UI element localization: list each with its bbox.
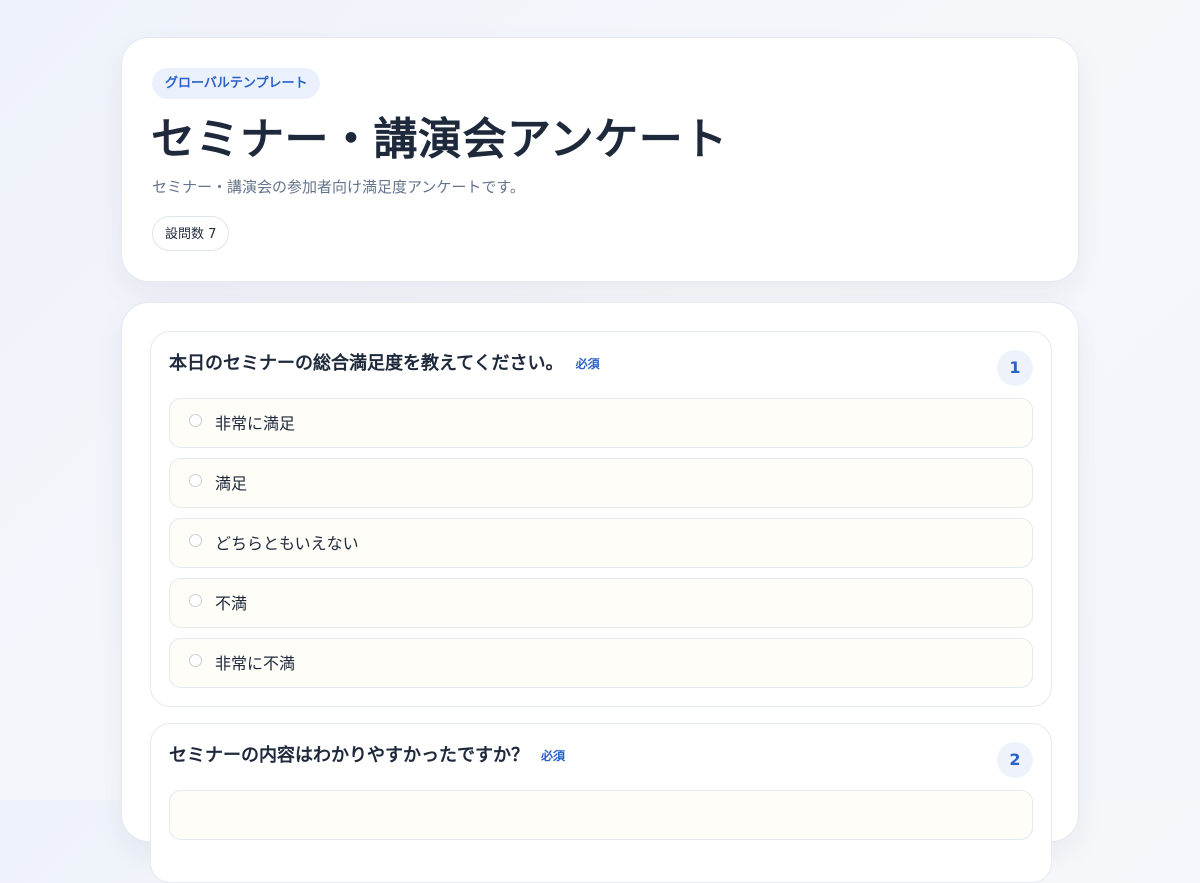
radio-button[interactable] xyxy=(189,594,202,607)
question-2: セミナーの内容はわかりやすかったですか？ 必須 2 xyxy=(150,723,1052,883)
question-1: 本日のセミナーの総合満足度を教えてください。 必須 1 非常に満足 満足 どちらと… xyxy=(150,331,1052,707)
radio-button[interactable] xyxy=(189,654,202,667)
option-label: 満足 xyxy=(215,474,248,493)
questions-card: 本日のセミナーの総合満足度を教えてください。 必須 1 非常に満足 満足 どちらと… xyxy=(121,302,1079,883)
question-2-title: セミナーの内容はわかりやすかったですか？ 必須 xyxy=(169,743,565,769)
page-title: セミナー・講演会アンケート xyxy=(151,114,728,165)
global-template-badge: グローバルテンプレート xyxy=(152,68,321,99)
question-2-text: セミナーの内容はわかりやすかったですか？ xyxy=(169,745,529,766)
radio-button[interactable] xyxy=(189,474,202,487)
question-number-badge: 1 xyxy=(997,350,1033,386)
option-label: 非常に不満 xyxy=(215,654,296,673)
required-badge: 必須 xyxy=(575,357,600,371)
question-count-chip: 設問数 7 xyxy=(152,216,230,251)
question-1-text: 本日のセミナーの総合満足度を教えてください。 xyxy=(169,353,564,374)
question-number-badge: 2 xyxy=(997,742,1033,778)
option-dissatisfied[interactable]: 不満 xyxy=(169,578,1033,628)
option-neutral[interactable]: どちらともいえない xyxy=(169,518,1033,568)
option-label: 不満 xyxy=(215,594,248,613)
option-label: どちらともいえない xyxy=(215,534,359,553)
option-very-satisfied[interactable]: 非常に満足 xyxy=(169,398,1033,448)
survey-header-card: グローバルテンプレート セミナー・講演会アンケート セミナー・講演会の参加者向け… xyxy=(121,37,1079,282)
radio-button[interactable] xyxy=(189,534,202,547)
option-label: 非常に満足 xyxy=(215,414,296,433)
option-partial[interactable] xyxy=(169,790,1033,840)
option-satisfied[interactable]: 満足 xyxy=(169,458,1033,508)
option-very-dissatisfied[interactable]: 非常に不満 xyxy=(169,638,1033,688)
radio-button[interactable] xyxy=(189,414,202,427)
required-badge: 必須 xyxy=(541,749,566,763)
question-1-title: 本日のセミナーの総合満足度を教えてください。 必須 xyxy=(169,351,600,377)
page-description: セミナー・講演会の参加者向け満足度アンケートです。 xyxy=(152,178,525,196)
